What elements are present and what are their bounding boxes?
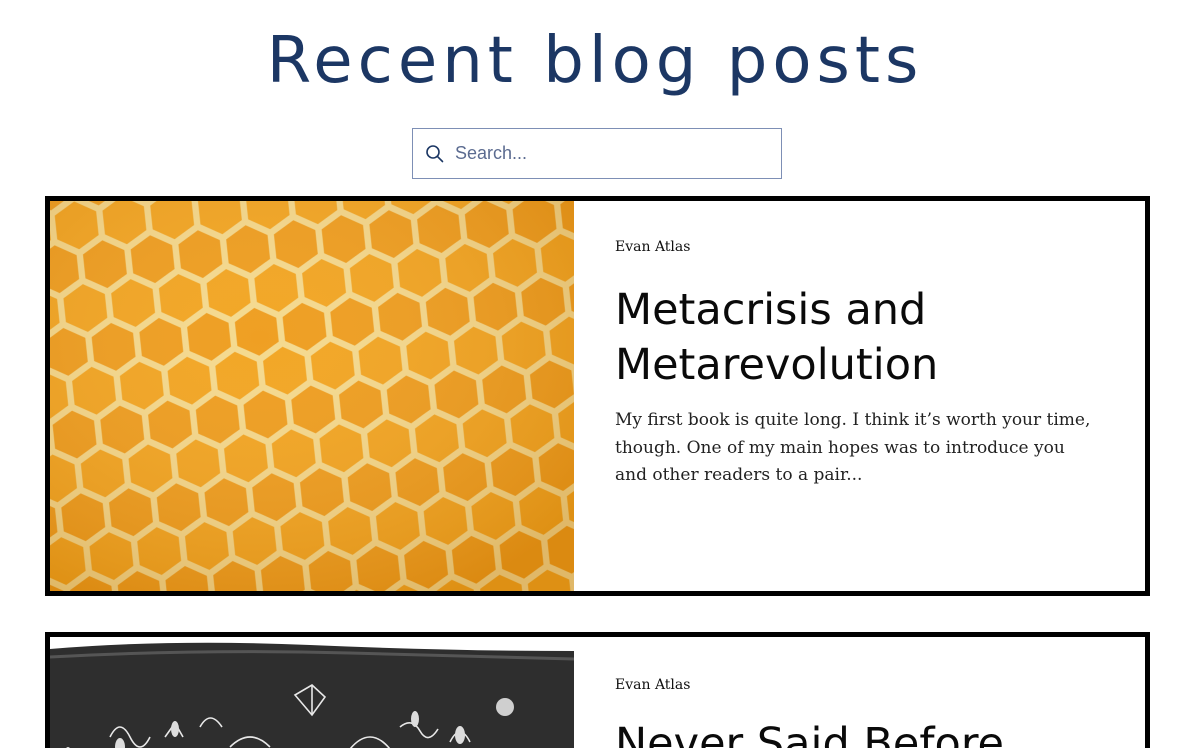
- post-image-chalkboard[interactable]: [50, 637, 574, 748]
- page-title: Recent blog posts: [266, 24, 924, 98]
- post-author[interactable]: Evan Atlas: [615, 239, 690, 255]
- post-title[interactable]: Metacrisis and Metarevolution: [615, 283, 1115, 393]
- search-input[interactable]: [455, 133, 755, 174]
- search-icon: [425, 144, 445, 164]
- post-title[interactable]: Never Said Before: [615, 717, 1115, 748]
- post-excerpt: My first book is quite long. I think it’…: [615, 410, 1091, 485]
- post-card[interactable]: Evan Atlas Never Said Before: [45, 632, 1150, 748]
- search-bar[interactable]: [412, 128, 782, 179]
- post-card[interactable]: Evan Atlas Metacrisis and Metarevolution…: [45, 196, 1150, 596]
- post-image-honeycomb[interactable]: [50, 201, 574, 591]
- post-author[interactable]: Evan Atlas: [615, 677, 690, 693]
